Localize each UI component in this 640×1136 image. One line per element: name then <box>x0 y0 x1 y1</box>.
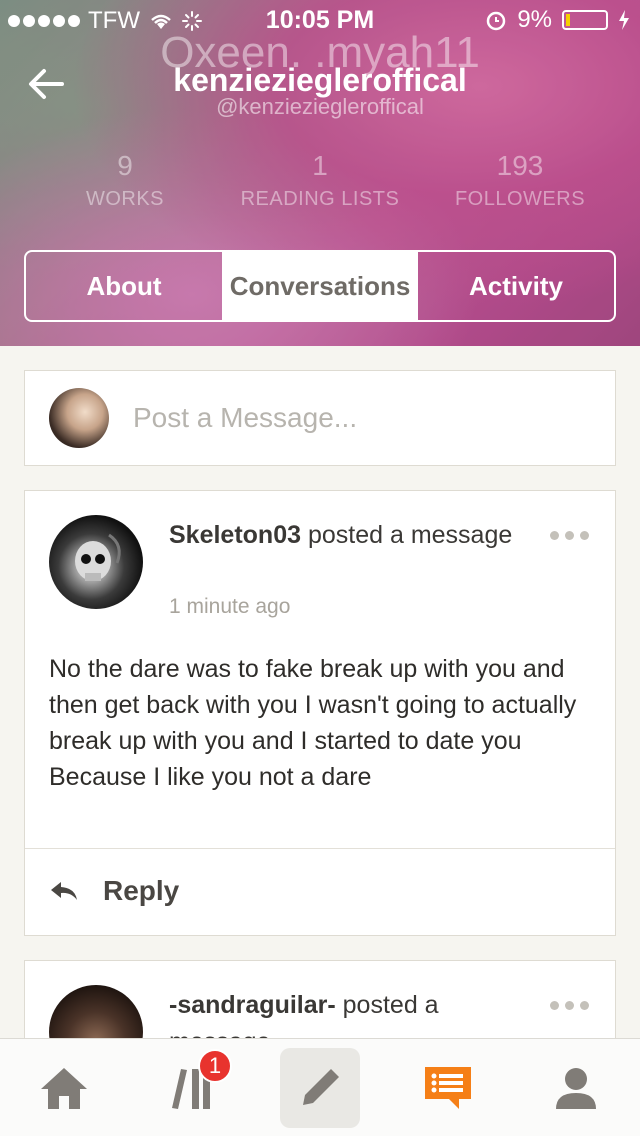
post-message-box[interactable]: Post a Message... <box>24 370 616 466</box>
skull-avatar-icon <box>75 533 121 581</box>
battery-percent: 9% <box>517 6 552 33</box>
nav-profile[interactable] <box>512 1039 640 1136</box>
stat-reading-lists-label: READING LISTS <box>240 188 400 210</box>
more-options-icon[interactable] <box>550 1001 589 1010</box>
message-body: No the dare was to fake break up with yo… <box>49 655 577 791</box>
profile-icon <box>556 1067 596 1109</box>
message-header: Skeleton03 posted a message <box>169 517 529 554</box>
bottom-nav: 1 <box>0 1038 640 1136</box>
battery-icon <box>562 10 608 30</box>
nav-home[interactable] <box>0 1039 128 1136</box>
stat-followers[interactable]: 193 FOLLOWERS <box>440 150 600 211</box>
stat-works-value: 9 <box>117 150 133 181</box>
status-bar: TFW 10:05 PM 9% <box>0 0 640 40</box>
charging-icon <box>619 10 629 30</box>
messages-icon <box>425 1066 471 1109</box>
stat-reading-lists[interactable]: 1 READING LISTS <box>230 150 410 211</box>
stat-works-label: WORKS <box>85 188 165 210</box>
stat-followers-value: 193 <box>496 150 544 181</box>
stat-works[interactable]: 9 WORKS <box>60 150 190 211</box>
nav-write[interactable] <box>256 1039 384 1136</box>
stat-reading-lists-value: 1 <box>312 150 328 181</box>
avatar <box>49 388 109 448</box>
message-timestamp: 1 minute ago <box>169 595 291 618</box>
tab-activity[interactable]: Activity <box>418 252 614 320</box>
profile-header: TFW 10:05 PM 9% Oxeen. .myah11 kenziezie… <box>0 0 640 346</box>
reply-button[interactable]: Reply <box>49 875 179 907</box>
tab-about[interactable]: About <box>26 252 222 320</box>
post-message-input[interactable]: Post a Message... <box>133 402 357 434</box>
nav-messages[interactable] <box>384 1039 512 1136</box>
message-author[interactable]: -sandraguilar- <box>169 991 336 1019</box>
profile-handle: @kenzieziegleroffical <box>216 94 424 119</box>
reply-arrow-icon <box>51 882 77 900</box>
message-author[interactable]: Skeleton03 <box>169 521 301 549</box>
reply-label: Reply <box>103 875 180 906</box>
profile-tabs: About Conversations Activity <box>24 250 616 322</box>
nav-library[interactable]: 1 <box>128 1039 256 1136</box>
notification-badge: 1 <box>198 1049 232 1083</box>
message-action: posted a message <box>307 521 513 549</box>
divider <box>25 848 615 849</box>
tab-conversations[interactable]: Conversations <box>222 252 418 320</box>
more-options-icon[interactable] <box>550 531 589 540</box>
pencil-icon <box>303 1068 339 1105</box>
message-card: Skeleton03 posted a message 1 minute ago… <box>24 490 616 936</box>
alarm-icon <box>487 11 506 31</box>
stat-followers-label: FOLLOWERS <box>454 188 586 210</box>
home-icon <box>41 1067 87 1109</box>
author-avatar[interactable] <box>49 515 143 609</box>
